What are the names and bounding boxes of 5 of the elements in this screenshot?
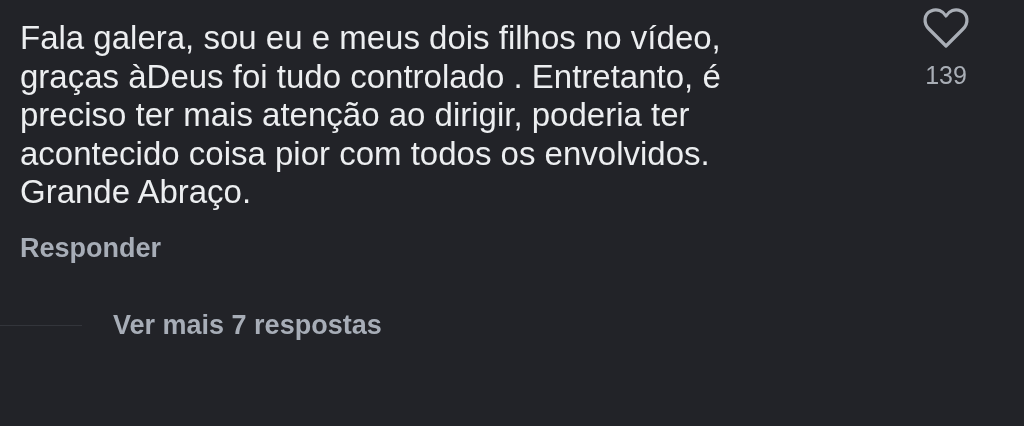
like-count: 139 bbox=[925, 61, 967, 90]
comment-text: Fala galera, sou eu e meus dois filhos no vídeo, graças àDeus foi tudo controlado . Entretanto, é preciso ter mais atenção ao dirigir, poderia ter acontecido coisa pior com todos os envolvidos. Grande Abraço. bbox=[20, 19, 722, 212]
reply-button[interactable]: Responder bbox=[20, 232, 162, 264]
view-more-replies-button[interactable]: Ver mais 7 respostas bbox=[113, 309, 382, 341]
heart-icon[interactable] bbox=[922, 7, 970, 49]
